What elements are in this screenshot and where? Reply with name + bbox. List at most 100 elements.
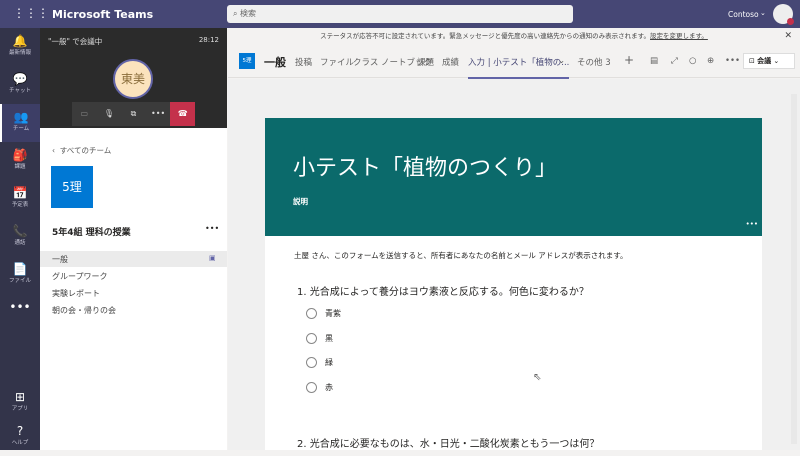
calendar-icon: 📅 bbox=[12, 186, 28, 200]
tab-form[interactable]: 入力 | 小テスト「植物の... bbox=[468, 56, 570, 79]
assignment-icon: 🎒 bbox=[12, 148, 28, 162]
rail-label: チャット bbox=[9, 88, 31, 94]
tab-posts[interactable]: 投稿 bbox=[295, 56, 312, 68]
rail-label: 予定表 bbox=[11, 202, 29, 208]
title-bar: ⋮⋮⋮ Microsoft Teams ⌕ 検索 Contoso ⌄ bbox=[0, 0, 800, 28]
meeting-title: "一般" で会議中 bbox=[48, 37, 103, 46]
tab-files[interactable]: ファイル bbox=[320, 56, 354, 68]
option-4[interactable]: 赤 bbox=[306, 382, 333, 393]
channel-item[interactable]: 実験レポート bbox=[52, 288, 100, 299]
more-icon: ••• bbox=[9, 300, 31, 314]
refresh-icon[interactable]: ○ bbox=[689, 56, 696, 66]
back-label: すべてのチーム bbox=[59, 146, 112, 155]
mouse-cursor-icon: ⇖ bbox=[533, 372, 542, 383]
form-title: 小テスト「植物のつくり」 bbox=[293, 156, 558, 181]
rail-item-help[interactable]: ? ヘルプ bbox=[0, 418, 40, 456]
notice-text: ステータスが応答不可に設定されています。緊急メッセージと優先度の高い連絡先からの… bbox=[320, 32, 650, 40]
status-badge bbox=[787, 18, 794, 25]
header-more-icon[interactable]: ••• bbox=[746, 220, 758, 228]
rail-item-calendar[interactable]: 📅 予定表 bbox=[0, 180, 40, 218]
channel-header: 5理 一般 投稿 ファイル クラス ノートブック 課題 成績 入力 | 小テスト… bbox=[228, 44, 800, 79]
team-more-icon[interactable]: ••• bbox=[205, 224, 219, 233]
option-1[interactable]: 青紫 bbox=[306, 308, 341, 319]
microphone-icon[interactable]: 🎙 bbox=[97, 102, 122, 126]
radio-button[interactable] bbox=[306, 308, 317, 319]
team-tile-small: 5理 bbox=[239, 53, 255, 69]
rail-label: アプリ bbox=[11, 406, 29, 412]
rail-item-chat[interactable]: 💬 チャット bbox=[0, 66, 40, 104]
more-icon[interactable]: ••• bbox=[146, 102, 171, 126]
rail-item-bell[interactable]: 🔔 最新情報 bbox=[0, 28, 40, 66]
rail-item-assignment[interactable]: 🎒 課題 bbox=[0, 142, 40, 180]
form-header: 小テスト「植物のつくり」 説明 ••• bbox=[265, 118, 762, 236]
tab-grades[interactable]: 成績 bbox=[442, 56, 459, 68]
search-icon: ⌕ bbox=[233, 9, 241, 18]
hang-up-icon[interactable]: ☎ bbox=[170, 102, 195, 126]
rail-label: 課題 bbox=[14, 164, 26, 170]
option-label: 青紫 bbox=[325, 309, 341, 318]
radio-button[interactable] bbox=[306, 382, 317, 393]
chevron-down-icon[interactable]: ⌄ bbox=[760, 9, 766, 17]
share-screen-icon[interactable]: ⧉ bbox=[121, 102, 146, 126]
option-2[interactable]: 黒 bbox=[306, 333, 333, 344]
rail-label: チーム bbox=[12, 126, 30, 132]
search-placeholder: 検索 bbox=[240, 9, 257, 18]
back-to-teams-link[interactable]: ‹ すべてのチーム bbox=[52, 145, 111, 156]
tab-assignments[interactable]: 課題 bbox=[417, 56, 434, 68]
rail-label: 通話 bbox=[14, 240, 26, 246]
rail-more-button[interactable]: ••• bbox=[0, 294, 40, 332]
app-rail: 🔔 最新情報 💬 チャット 👥 チーム 🎒 課題 📅 予定表 📞 通話 📄 ファイル ••• ⊞ アプリ? ヘルプ bbox=[0, 28, 40, 450]
scrollbar[interactable] bbox=[791, 94, 797, 444]
channel-item[interactable]: 一般 bbox=[52, 254, 68, 265]
meeting-panel: "一般" で会議中 28:12 東美 ▭ 🎙 ⧉ ••• ☎ bbox=[40, 28, 227, 128]
close-icon[interactable]: ✕ bbox=[784, 28, 792, 44]
question-1: 1. 光合成によって養分はヨウ素液と反応する。何色に変わるか？ bbox=[297, 287, 589, 298]
team-name: 5年4組 理科の授業 bbox=[52, 228, 131, 238]
rail-item-apps[interactable]: ⊞ アプリ bbox=[0, 384, 40, 422]
rail-label: ヘルプ bbox=[11, 440, 29, 446]
option-label: 黒 bbox=[325, 334, 333, 343]
teams-icon: 👥 bbox=[13, 110, 29, 124]
bell-icon: 🔔 bbox=[12, 34, 28, 48]
status-notice: ステータスが応答不可に設定されています。緊急メッセージと優先度の高い連絡先からの… bbox=[228, 28, 800, 44]
rail-label: ファイル bbox=[8, 278, 31, 284]
avatar[interactable] bbox=[773, 4, 794, 25]
apps-icon: ⊞ bbox=[14, 390, 26, 404]
help-icon: ? bbox=[16, 424, 24, 438]
chat-icon: 💬 bbox=[12, 72, 28, 86]
rail-item-file[interactable]: 📄 ファイル bbox=[0, 256, 40, 294]
team-tile: 5理 bbox=[51, 166, 93, 208]
org-switcher[interactable]: Contoso bbox=[728, 10, 759, 19]
add-tab-icon[interactable]: + bbox=[624, 53, 634, 67]
identity-notice: 土屋 さん、このフォームを送信すると、所有者にあなたの名前とメール アドレスが表… bbox=[294, 251, 628, 260]
globe-icon[interactable]: ⊕ bbox=[707, 56, 714, 66]
search-input[interactable]: ⌕ 検索 bbox=[227, 5, 573, 23]
file-icon: 📄 bbox=[12, 262, 28, 276]
channel-item[interactable]: 朝の会・帰りの会 bbox=[52, 305, 116, 316]
rail-label: 最新情報 bbox=[8, 50, 31, 56]
change-settings-link[interactable]: 設定を変更します。 bbox=[650, 32, 708, 40]
meeting-timer: 28:12 bbox=[198, 36, 219, 44]
meet-label: 会議 bbox=[757, 57, 772, 65]
channel-title: 一般 bbox=[264, 56, 286, 69]
tab-chevron-icon[interactable]: ⌄ bbox=[558, 56, 565, 66]
channel-selected-bg bbox=[40, 251, 227, 267]
rail-item-teams[interactable]: 👥 チーム bbox=[0, 104, 40, 142]
tab-more[interactable]: その他 3 bbox=[577, 56, 611, 68]
expand-icon[interactable]: ⤢ bbox=[671, 56, 678, 66]
channel-item[interactable]: グループワーク bbox=[52, 271, 108, 282]
more-icon[interactable]: ••• bbox=[725, 56, 740, 66]
form-description: 説明 bbox=[293, 197, 308, 206]
app-launcher-icon[interactable]: ⋮⋮⋮ bbox=[13, 6, 49, 20]
camera-off-icon[interactable]: ▭ bbox=[72, 102, 97, 126]
option-label: 赤 bbox=[325, 383, 333, 392]
meet-button[interactable]: ⊡ 会議 ⌄ bbox=[743, 53, 795, 69]
radio-button[interactable] bbox=[306, 357, 317, 368]
radio-button[interactable] bbox=[306, 333, 317, 344]
rail-item-phone[interactable]: 📞 通話 bbox=[0, 218, 40, 256]
conversation-icon[interactable]: ▤ bbox=[650, 56, 658, 66]
phone-icon: 📞 bbox=[12, 224, 28, 238]
app-title: Microsoft Teams bbox=[52, 8, 154, 21]
option-3[interactable]: 緑 bbox=[306, 357, 333, 368]
participant-avatar: 東美 bbox=[113, 59, 153, 99]
